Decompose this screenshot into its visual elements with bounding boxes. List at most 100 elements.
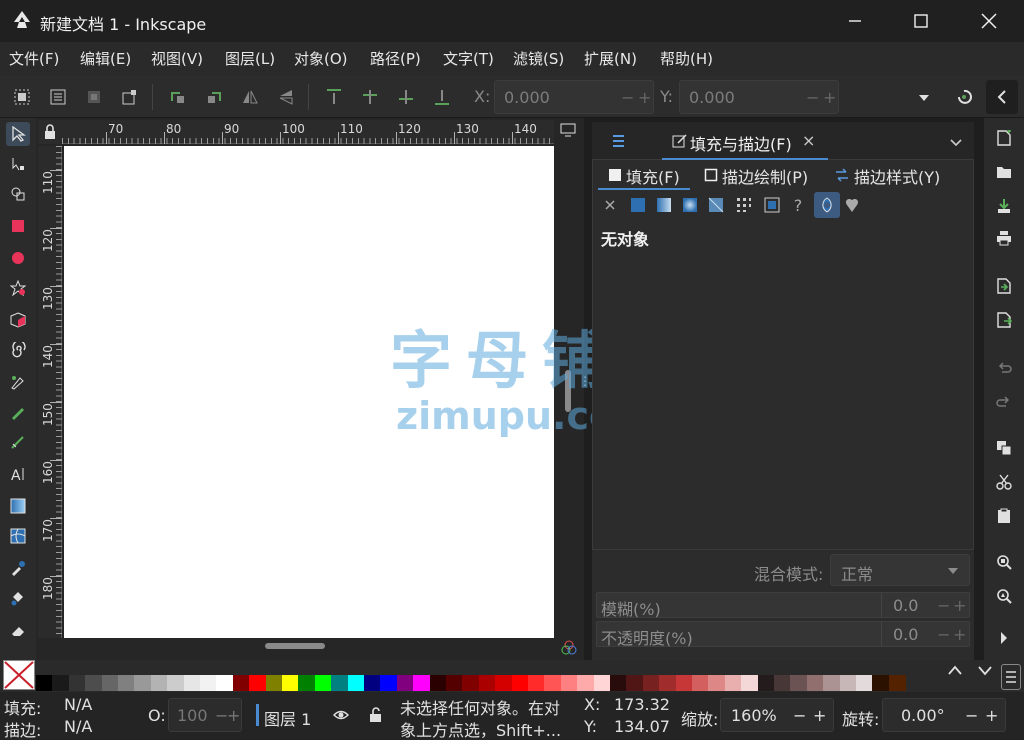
paint-radial-gradient-button[interactable]	[680, 195, 700, 215]
color-swatch[interactable]	[872, 675, 890, 691]
color-swatch[interactable]	[856, 675, 873, 691]
flip-horizontal-icon[interactable]	[240, 87, 260, 107]
color-swatch[interactable]	[101, 675, 119, 691]
color-swatch[interactable]	[462, 675, 480, 691]
color-swatch[interactable]	[724, 675, 742, 691]
redo-button[interactable]	[992, 390, 1016, 414]
status-opacity-input[interactable]: 100 − +	[168, 698, 242, 732]
palette-menu-button[interactable]	[1001, 664, 1021, 690]
dropper-tool[interactable]	[6, 556, 30, 580]
raise-icon[interactable]	[360, 87, 380, 107]
color-swatch[interactable]	[806, 675, 824, 691]
rectangle-tool[interactable]	[6, 214, 30, 238]
color-swatch[interactable]	[790, 675, 808, 691]
zoom-drawing-button[interactable]	[992, 584, 1016, 608]
star-tool[interactable]	[6, 276, 30, 300]
color-swatch[interactable]	[216, 675, 234, 691]
new-document-button[interactable]	[992, 126, 1016, 150]
color-swatch[interactable]	[495, 675, 513, 691]
horizontal-scrollbar-thumb[interactable]	[265, 643, 325, 649]
color-swatch[interactable]	[150, 675, 168, 691]
bezier-pen-tool[interactable]	[6, 370, 30, 394]
zoom-decrement[interactable]: −	[793, 706, 806, 725]
color-swatch[interactable]	[85, 675, 103, 691]
paint-linear-gradient-button[interactable]	[654, 195, 674, 215]
paint-none-button[interactable]	[600, 195, 620, 215]
rotate-cw-icon[interactable]	[204, 87, 224, 107]
x-decrement-button[interactable]: −	[621, 88, 634, 107]
rotate-increment[interactable]: +	[985, 706, 998, 725]
text-tool[interactable]: A	[6, 462, 30, 486]
minimize-button[interactable]	[824, 0, 886, 42]
color-swatch[interactable]	[52, 675, 70, 691]
paint-swatch-button[interactable]	[762, 195, 782, 215]
color-swatch[interactable]	[692, 675, 709, 691]
color-swatch[interactable]	[298, 675, 316, 691]
raise-to-top-icon[interactable]	[324, 87, 344, 107]
zoom-input[interactable]: 160% − +	[720, 698, 834, 732]
color-swatch[interactable]	[380, 675, 398, 691]
x-increment-button[interactable]: +	[638, 88, 651, 107]
shape-builder-tool[interactable]	[6, 182, 30, 206]
color-swatch[interactable]	[429, 675, 447, 691]
color-swatch[interactable]	[249, 675, 267, 691]
display-mode-button[interactable]	[557, 120, 579, 140]
node-tool[interactable]	[6, 152, 30, 176]
paint-unset-button[interactable]: ?	[788, 195, 808, 215]
color-swatch[interactable]	[577, 675, 595, 691]
select-all-icon[interactable]	[12, 87, 32, 107]
color-swatch[interactable]	[446, 675, 463, 691]
color-swatch[interactable]	[478, 675, 496, 691]
snap-popover-button[interactable]	[986, 80, 1018, 114]
menu-help[interactable]: 帮助(H)	[660, 48, 713, 69]
snap-toggle-icon[interactable]	[954, 87, 974, 107]
lower-icon[interactable]	[396, 87, 416, 107]
y-increment-button[interactable]: +	[823, 88, 836, 107]
calligraphy-tool[interactable]	[6, 430, 30, 454]
open-document-button[interactable]	[992, 160, 1016, 184]
paste-button[interactable]	[992, 504, 1016, 528]
color-swatch[interactable]	[511, 675, 529, 691]
export-button[interactable]	[992, 308, 1016, 332]
vertical-scrollbar-thumb[interactable]	[565, 370, 571, 412]
lower-to-bottom-icon[interactable]	[432, 87, 452, 107]
color-swatch[interactable]	[659, 675, 677, 691]
ellipse-tool[interactable]	[6, 246, 30, 270]
blur-decrement-button[interactable]: −	[937, 596, 950, 615]
paint-bucket-tool[interactable]	[6, 586, 30, 610]
overflow-dropdown-icon[interactable]	[914, 87, 934, 107]
color-swatch[interactable]	[544, 675, 562, 691]
x-coordinate-input[interactable]: 0.000 − +	[494, 80, 654, 114]
select-same-icon[interactable]	[120, 87, 140, 107]
undo-button[interactable]	[992, 356, 1016, 380]
fill-rule-evenodd-button[interactable]	[814, 192, 840, 218]
menu-object[interactable]: 对象(O)	[294, 48, 348, 69]
color-swatch[interactable]	[232, 675, 250, 691]
blur-increment-button[interactable]: +	[953, 596, 966, 615]
status-opacity-increment[interactable]: +	[227, 706, 240, 725]
color-swatch[interactable]	[265, 675, 283, 691]
menu-filters[interactable]: 滤镜(S)	[513, 48, 564, 69]
flip-vertical-icon[interactable]	[276, 87, 296, 107]
zoom-selection-button[interactable]	[992, 550, 1016, 574]
import-button[interactable]	[992, 274, 1016, 298]
paint-flat-button[interactable]	[628, 195, 648, 215]
stroke-indicator-value[interactable]: N/A	[64, 717, 92, 736]
color-swatch[interactable]	[823, 675, 841, 691]
menu-layer[interactable]: 图层(L)	[225, 48, 275, 69]
maximize-button[interactable]	[890, 0, 952, 42]
copy-button[interactable]	[992, 436, 1016, 460]
color-swatch[interactable]	[364, 675, 381, 691]
spiral-tool[interactable]	[6, 338, 30, 362]
cut-button[interactable]	[992, 470, 1016, 494]
palette-scroll-up[interactable]	[948, 664, 966, 684]
y-coordinate-input[interactable]: 0.000 − +	[679, 80, 839, 114]
close-window-button[interactable]	[958, 0, 1020, 42]
zoom-increment[interactable]: +	[813, 706, 826, 725]
document-page[interactable]	[64, 146, 554, 638]
layer-visibility-toggle[interactable]	[332, 706, 350, 724]
dock-resize-handle[interactable]: ⋮	[579, 375, 591, 402]
gradient-tool[interactable]	[6, 494, 30, 518]
blur-field[interactable]: 模糊(%) 0.0 − +	[596, 592, 970, 619]
fill-rule-nonzero-button[interactable]	[842, 195, 862, 215]
